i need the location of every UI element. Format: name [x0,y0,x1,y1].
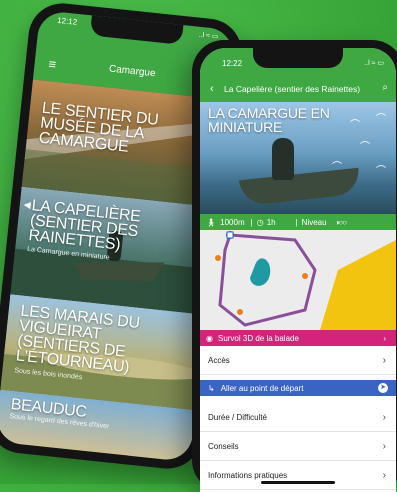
arrow-left-icon: ◀ [23,199,32,210]
level-dots-icon: ◑○○ [334,217,347,227]
phone-notch [253,48,343,68]
divider: | [295,217,298,227]
bird-icon: ⌒ [376,114,386,125]
status-time: 12:12 [56,15,78,27]
stats-bar: 🚶︎ 1000m | ◷ 1h | Niveau ◑○○ [200,214,396,230]
map-drawing [200,230,396,330]
survol-3d-button[interactable]: ◉ Survol 3D de la balade › [200,330,396,346]
direction-icon: ↳ [208,383,215,393]
chevron-left-icon[interactable]: ‹ [210,83,214,95]
trail-map[interactable] [200,230,396,330]
boat-shape [238,167,362,207]
duree-label: Durée / Difficulté [208,412,267,422]
infos-label: Informations pratiques [208,470,288,480]
conseils-label: Conseils [208,441,239,451]
walker-icon: 🚶︎ [206,217,217,227]
person-shape [272,138,294,180]
front-phone-screen: 12:22 ..l ≈ ▭ ‹ La Capelière (sentier de… [200,48,396,492]
bird-icon: ⌒ [360,142,370,153]
conseils-row[interactable]: Conseils › [200,432,396,461]
eye-icon: ◉ [206,333,213,343]
hero-title: LA CAMARGUE EN MINIATURE [208,105,330,135]
chevron-right-icon: › [383,333,386,343]
chevron-right-icon: › [382,440,386,452]
clock-icon: ◷ [256,217,264,227]
goto-start-button[interactable]: ↳ Aller au point de départ ➤ [200,380,396,396]
acces-row[interactable]: Accès › [200,346,396,375]
level-label: Niveau [301,217,327,227]
duree-row[interactable]: Durée / Difficulté › [200,403,396,432]
status-icons: ..l ≈ ▭ [364,60,384,67]
bird-icon: ⌒ [376,166,386,177]
duration-value: 1h [266,217,276,227]
search-icon[interactable]: ⌕ [382,82,388,93]
chevron-right-icon: › [382,411,386,423]
hero-image: ⌒ ⌒ ⌒ ⌒ ⌒ LA CAMARGUE EN MINIATURE [200,102,396,214]
infos-row[interactable]: Informations pratiques › [200,461,396,490]
survol-label: Survol 3D de la balade [217,333,299,343]
front-phone: 12:22 ..l ≈ ▭ ‹ La Capelière (sentier de… [192,40,397,492]
chevron-right-icon: › [382,354,386,366]
distance-value: 1000m [220,217,245,227]
bird-icon: ⌒ [332,162,342,173]
compass-icon: ➤ [378,383,388,393]
acces-label: Accès [208,355,230,365]
status-time: 12:22 [222,59,243,68]
header-title: La Capelière (sentier des Rainettes) [224,84,361,94]
divider: | [250,217,253,227]
goto-label: Aller au point de départ [220,383,304,393]
chevron-right-icon: › [382,469,386,481]
